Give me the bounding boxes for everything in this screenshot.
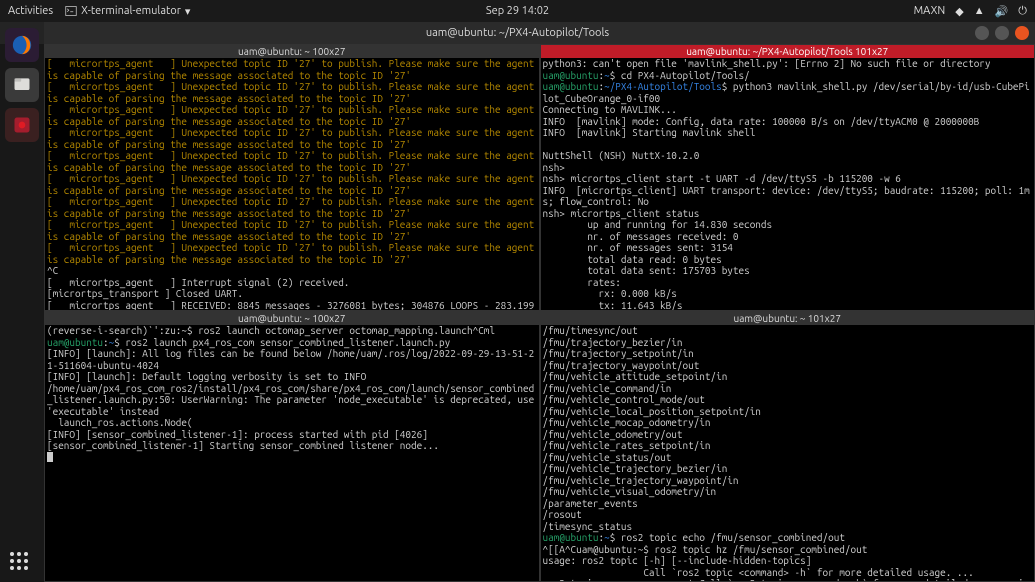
record-icon — [12, 115, 32, 135]
app-menu-label: X-terminal-emulator — [81, 5, 181, 17]
app-menu[interactable]: X-terminal-emulator ▾ — [65, 5, 190, 18]
dock-firefox[interactable] — [5, 28, 39, 62]
power-icon[interactable]: ⏻ — [1018, 5, 1027, 18]
terminal-output[interactable]: python3: can't open file 'mavlink_shell.… — [541, 58, 1035, 310]
network-icon[interactable]: ▲ — [974, 5, 985, 17]
terminator-workspace: uam@ubuntu: ~ 100x27 [ micrortps_agent ]… — [44, 44, 1035, 582]
terminal-output[interactable]: (reverse-i-search)`':zu:~$ ros2 launch o… — [45, 325, 539, 581]
pane-title: uam@ubuntu: ~/PX4-Autopilot/Tools 101x27 — [541, 45, 1035, 58]
pane-top-left[interactable]: uam@ubuntu: ~ 100x27 [ micrortps_agent ]… — [44, 44, 540, 311]
pane-bottom-left[interactable]: uam@ubuntu: ~ 100x27 (reverse-i-search)`… — [44, 311, 540, 582]
clock[interactable]: Sep 29 14:02 — [486, 5, 549, 17]
show-applications-button[interactable] — [10, 552, 28, 570]
firefox-icon — [11, 34, 33, 56]
pane-top-right[interactable]: uam@ubuntu: ~/PX4-Autopilot/Tools 101x27… — [540, 44, 1035, 311]
pane-title: uam@ubuntu: ~ 101x27 — [541, 312, 1035, 325]
pane-title: uam@ubuntu: ~ 100x27 — [45, 45, 539, 58]
volume-icon[interactable]: 🔊 — [995, 5, 1009, 18]
files-icon — [12, 75, 32, 95]
pane-bottom-right[interactable]: uam@ubuntu: ~ 101x27 /fmu/timesync/out /… — [540, 311, 1035, 582]
window-title-text: uam@ubuntu: ~/PX4-Autopilot/Tools — [426, 27, 609, 39]
dock-record[interactable] — [5, 108, 39, 142]
window-close-button[interactable] — [1015, 26, 1029, 40]
maxn-indicator: MAXN — [914, 5, 946, 17]
activities-button[interactable]: Activities — [8, 5, 53, 17]
gnome-topbar: Activities X-terminal-emulator ▾ Sep 29 … — [0, 0, 1035, 22]
window-titlebar: uam@ubuntu: ~/PX4-Autopilot/Tools — [0, 22, 1035, 44]
pane-title: uam@ubuntu: ~ 100x27 — [45, 312, 539, 325]
dock — [0, 22, 44, 582]
chevron-down-icon: ▾ — [185, 5, 191, 18]
window-minimize-button[interactable] — [975, 26, 989, 40]
terminal-output[interactable]: /fmu/timesync/out /fmu/trajectory_bezier… — [541, 325, 1035, 581]
window-maximize-button[interactable] — [995, 26, 1009, 40]
terminal-output[interactable]: [ micrortps_agent ] Unexpected topic ID … — [45, 58, 539, 310]
dock-files[interactable] — [5, 68, 39, 102]
nvidia-icon: ◆ — [955, 5, 963, 18]
terminal-icon — [65, 5, 77, 17]
